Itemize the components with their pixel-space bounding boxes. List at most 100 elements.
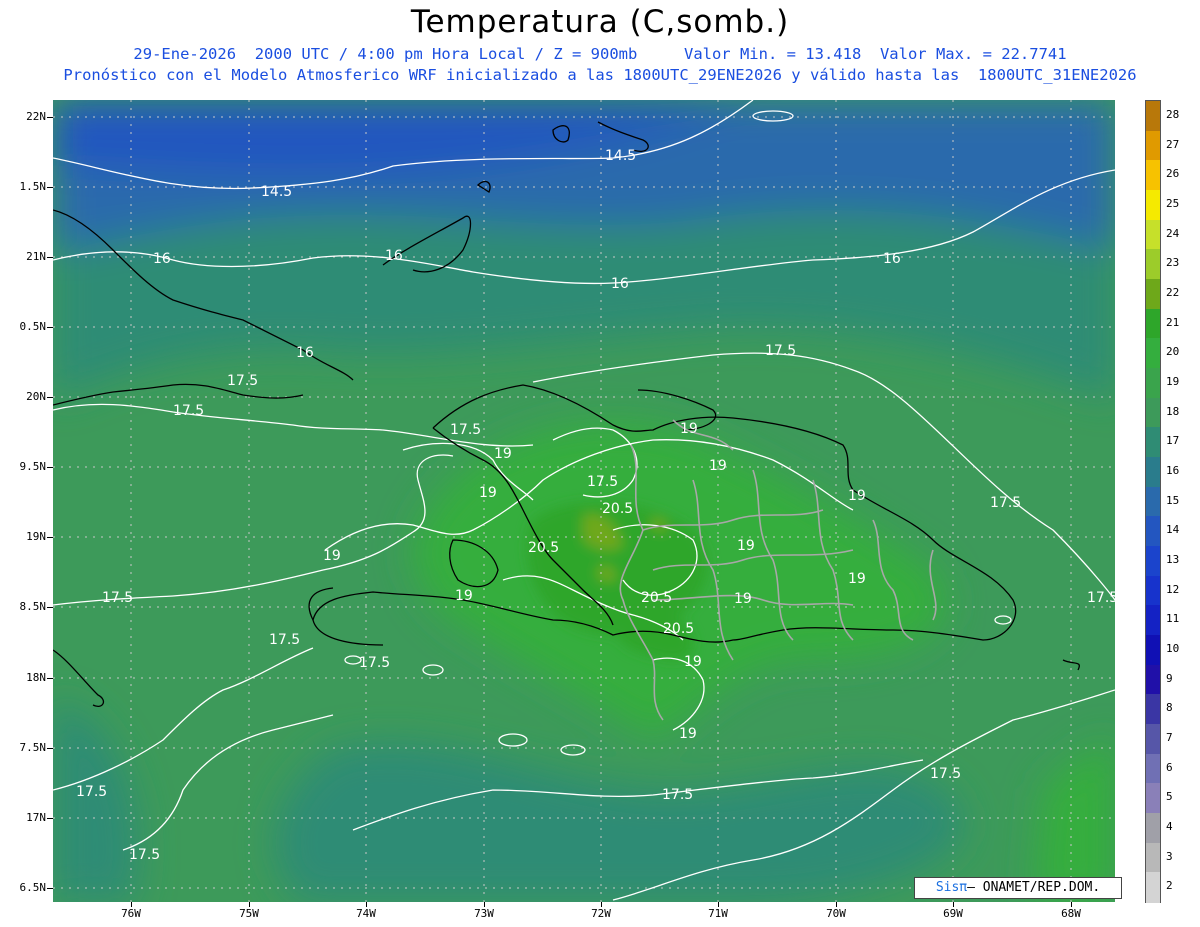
- lon-label: 70W: [826, 907, 846, 920]
- contour-label: 16: [611, 276, 629, 292]
- lon-label: 71W: [708, 907, 728, 920]
- contour-label: 19: [680, 421, 698, 437]
- credit-box: Sisπ– ONAMET/REP.DOM.: [914, 877, 1122, 899]
- credit-text: – ONAMET/REP.DOM.: [967, 880, 1101, 895]
- temperature-colorbar: [1145, 100, 1161, 903]
- colorbar-label: 5: [1166, 790, 1173, 804]
- colorbar-label: 25: [1166, 196, 1180, 210]
- colorbar-swatch: [1146, 813, 1160, 844]
- lat-label: 9.5N: [19, 460, 47, 473]
- contour-label: 19: [679, 726, 697, 742]
- contour-label: 17.5: [227, 373, 258, 389]
- lat-label: 0.5N: [19, 320, 47, 333]
- colorbar-label: 9: [1166, 671, 1173, 685]
- contour-label: 17.5: [359, 655, 390, 671]
- colorbar-swatch: [1146, 724, 1160, 755]
- colorbar-label: 17: [1166, 434, 1180, 448]
- colorbar-swatch: [1146, 160, 1160, 191]
- colorbar-swatch: [1146, 219, 1160, 250]
- colorbar-swatch: [1146, 516, 1160, 547]
- valid-time-line: 29-Ene-2026 2000 UTC / 4:00 pm Hora Loca…: [133, 45, 1067, 63]
- colorbar-swatch: [1146, 427, 1160, 458]
- lat-label: 20N: [26, 390, 46, 403]
- colorbar-swatch: [1146, 101, 1160, 132]
- colorbar-label: 21: [1166, 315, 1180, 329]
- colorbar-label: 6: [1166, 760, 1173, 774]
- colorbar-swatch: [1146, 872, 1160, 903]
- colorbar-label: 10: [1166, 641, 1180, 655]
- contour-label: 19: [848, 571, 866, 587]
- lon-label: 74W: [356, 907, 376, 920]
- contour-label: 19: [734, 591, 752, 607]
- contour-label: 17.5: [173, 403, 204, 419]
- lon-label: 75W: [239, 907, 259, 920]
- colorbar-swatch: [1146, 279, 1160, 310]
- colorbar-label: 22: [1166, 285, 1180, 299]
- lon-tick: [484, 902, 485, 907]
- contour-label: 20.5: [602, 501, 633, 517]
- colorbar-label: 23: [1166, 256, 1180, 270]
- map-title: Temperatura (C,somb.): [410, 4, 790, 40]
- colorbar-label: 14: [1166, 523, 1180, 537]
- lat-label: 19N: [26, 530, 46, 543]
- lon-tick: [836, 902, 837, 907]
- model-info-line: Pronóstico con el Modelo Atmosferico WRF…: [63, 66, 1137, 84]
- contour-label: 17.5: [765, 343, 796, 359]
- colorbar-swatch: [1146, 753, 1160, 784]
- contour-label: 17.5: [662, 787, 693, 803]
- lat-label: 18N: [26, 671, 46, 684]
- contour-label: 14.5: [605, 148, 636, 164]
- contour-label: 19: [737, 538, 755, 554]
- colorbar-label: 11: [1166, 612, 1180, 626]
- colorbar-swatch: [1146, 842, 1160, 873]
- lat-label: 21N: [26, 250, 46, 263]
- colorbar-label: 18: [1166, 404, 1180, 418]
- contour-label: 17.5: [990, 495, 1021, 511]
- contour-label: 19: [709, 458, 727, 474]
- colorbar-label: 19: [1166, 374, 1180, 388]
- contour-label: 19: [848, 488, 866, 504]
- lon-tick: [131, 902, 132, 907]
- colorbar-label: 2: [1166, 879, 1173, 893]
- lat-label: 6.5N: [19, 881, 47, 894]
- lon-tick: [953, 902, 954, 907]
- colorbar-label: 26: [1166, 167, 1180, 181]
- lat-label: 22N: [26, 110, 46, 123]
- colorbar-swatch: [1146, 694, 1160, 725]
- lat-label: 1.5N: [19, 180, 47, 193]
- colorbar-swatch: [1146, 486, 1160, 517]
- contour-label: 19: [479, 485, 497, 501]
- contour-label: 19: [684, 654, 702, 670]
- colorbar-swatch: [1146, 338, 1160, 369]
- contour-label: 17.5: [102, 590, 133, 606]
- colorbar-label: 24: [1166, 226, 1180, 240]
- contour-label: 17.5: [930, 766, 961, 782]
- colorbar-swatch: [1146, 397, 1160, 428]
- contour-label: 17.5: [269, 632, 300, 648]
- colorbar-label: 15: [1166, 493, 1180, 507]
- lon-label: 69W: [943, 907, 963, 920]
- lon-label: 76W: [121, 907, 141, 920]
- contour-label: 14.5: [261, 184, 292, 200]
- colorbar-label: 7: [1166, 730, 1173, 744]
- lon-tick: [366, 902, 367, 907]
- contour-label: 17.5: [587, 474, 618, 490]
- contour-label: 16: [883, 251, 901, 267]
- temperature-map: 14.5 14.5 16 16 16 16 16 17.5 17.5 17.5 …: [53, 100, 1115, 902]
- contour-label: 20.5: [641, 590, 672, 606]
- colorbar-swatch: [1146, 783, 1160, 814]
- contour-label: 19: [494, 446, 512, 462]
- colorbar-label: 4: [1166, 819, 1173, 833]
- sispi-logo: Sisπ: [935, 880, 968, 895]
- colorbar-label: 20: [1166, 345, 1180, 359]
- colorbar-label: 8: [1166, 701, 1173, 715]
- lon-tick: [249, 902, 250, 907]
- lon-label: 73W: [474, 907, 494, 920]
- contour-label: 16: [385, 248, 403, 264]
- colorbar-swatch: [1146, 546, 1160, 577]
- lon-label: 72W: [591, 907, 611, 920]
- contour-label: 17.5: [450, 422, 481, 438]
- contour-label: 19: [455, 588, 473, 604]
- lon-tick: [718, 902, 719, 907]
- colorbar-swatch: [1146, 605, 1160, 636]
